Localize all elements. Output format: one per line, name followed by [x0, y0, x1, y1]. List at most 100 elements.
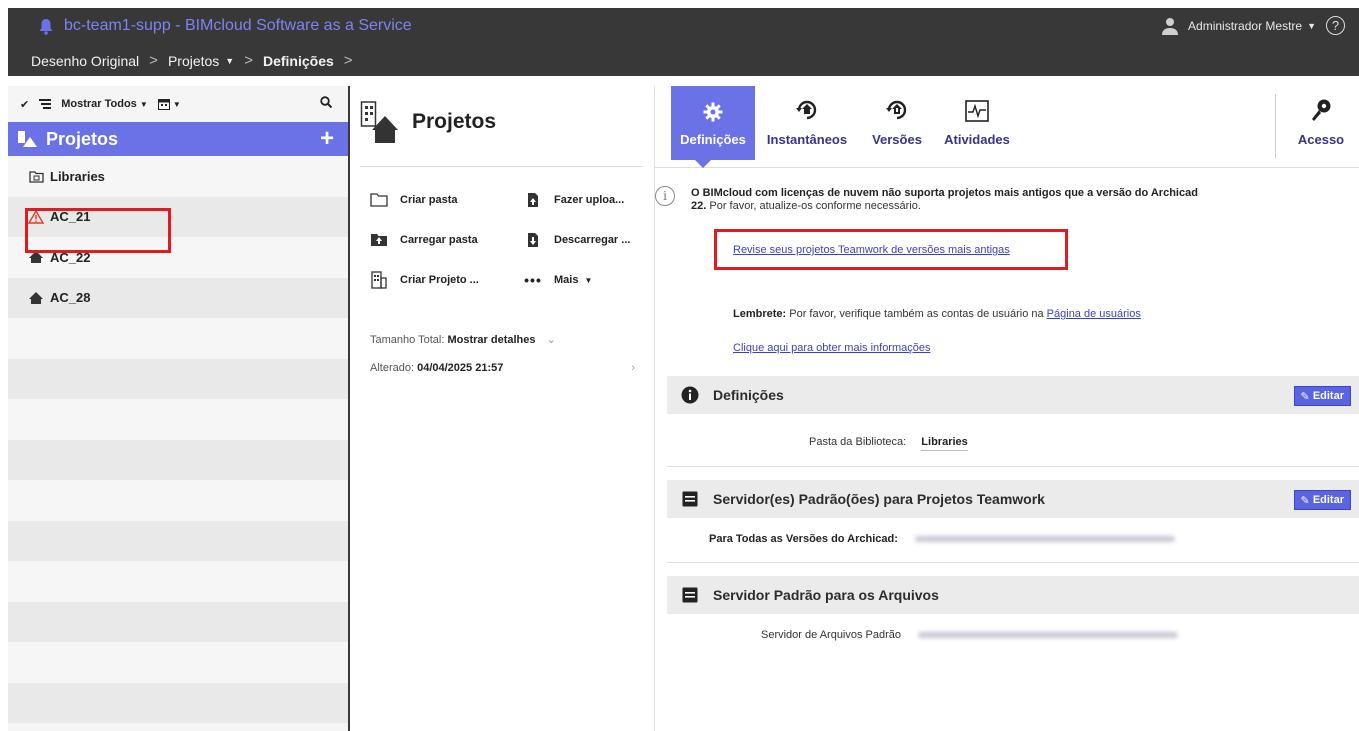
projects-header[interactable]: Projetos +	[8, 122, 348, 156]
chevron-right-icon: >	[343, 52, 353, 69]
folder-icon	[370, 192, 388, 208]
checkmark-icon[interactable]: ✔	[20, 98, 29, 111]
breadcrumb-item-original[interactable]: Desenho Original	[31, 53, 139, 69]
edit-label: Editar	[1312, 390, 1344, 402]
tab-activities[interactable]: Atividades	[937, 86, 1017, 160]
servers-title: Servidor(es) Padrão(ões) para Projetos T…	[713, 491, 1045, 507]
caret-down-icon: ▼	[584, 275, 593, 285]
upload-button[interactable]: Fazer uploa...	[524, 192, 624, 208]
upload-icon	[524, 192, 542, 208]
list-item-empty	[8, 601, 348, 642]
project-icon	[28, 291, 44, 305]
list-item-empty	[8, 439, 348, 480]
blurred-server-address	[914, 536, 1175, 543]
tab-label: Instantâneos	[766, 132, 848, 147]
total-size-row[interactable]: Tamanho Total: Mostrar detalhes ⌄	[370, 333, 556, 346]
list-icon[interactable]	[39, 99, 52, 109]
add-project-button[interactable]: +	[320, 125, 334, 153]
list-item-label: Libraries	[50, 168, 105, 184]
chevron-right-icon: >	[149, 52, 158, 69]
notice-main: O BIMcloud com licenças de nuvem não sup…	[691, 186, 1341, 200]
server-icon	[681, 586, 699, 604]
blurred-server-address	[918, 632, 1179, 639]
servers-section-header: Servidor(es) Padrão(ões) para Projetos T…	[667, 480, 1359, 518]
users-page-link[interactable]: Página de usuários	[1047, 308, 1141, 320]
edit-settings-button[interactable]: ✎ Editar	[1293, 386, 1351, 406]
info-filled-icon	[681, 386, 699, 404]
tab-versions[interactable]: Versões	[865, 86, 929, 160]
load-folder-button[interactable]: Carregar pasta	[370, 232, 478, 248]
filter-dropdown[interactable]: Mostrar Todos ▼	[61, 98, 148, 110]
list-item-empty	[8, 561, 348, 602]
filter-label: Mostrar Todos	[61, 98, 137, 110]
edit-label: Editar	[1312, 494, 1344, 506]
settings-title: Definições	[713, 387, 784, 403]
file-server-row: Servidor de Arquivos Padrão	[761, 629, 1179, 641]
create-folder-button[interactable]: Criar pasta	[370, 192, 457, 208]
notice-main-text: O BIMcloud com licenças de nuvem não sup…	[691, 187, 1198, 199]
library-folder-row: Pasta da Biblioteca: Libraries	[809, 436, 968, 451]
divider	[667, 466, 1359, 467]
help-icon[interactable]: ?	[1326, 16, 1345, 35]
versions-icon	[885, 86, 909, 122]
user-name: Administrador Mestre	[1188, 18, 1303, 33]
highlight-box-ac21	[25, 208, 171, 253]
list-item-empty	[8, 399, 348, 440]
user-icon	[1162, 17, 1179, 35]
list-item-empty	[8, 642, 348, 683]
details-panel: Definições Instantâneos Versões Atividad…	[654, 86, 1359, 731]
notice-version: 22.	[691, 200, 707, 212]
download-button[interactable]: Descarregar ...	[524, 232, 630, 248]
download-label: Descarregar ...	[554, 234, 631, 246]
tab-access[interactable]: Acesso	[1291, 86, 1351, 160]
notice-sub: 22. Por favor, atualize-os conforme nece…	[691, 200, 1341, 212]
highlight-box-review-link	[714, 229, 1068, 270]
more-dropdown[interactable]: ••• Mais ▼	[524, 272, 592, 288]
create-project-button[interactable]: Criar Projeto ...	[370, 271, 479, 289]
all-versions-row: Para Todas as Versões do Archicad:	[709, 533, 1175, 545]
search-icon[interactable]	[320, 96, 333, 111]
file-server-label: Servidor de Arquivos Padrão	[761, 629, 902, 641]
project-sidebar: ✔ Mostrar Todos ▼ ▼ Projetos + Libraries…	[8, 86, 348, 731]
total-size-label: Tamanho Total:	[370, 334, 445, 346]
active-tab-pointer	[695, 160, 711, 168]
reminder-text: Lembrete: Por favor, verifique também as…	[733, 308, 1141, 320]
list-item-empty	[8, 682, 348, 723]
more-info-link[interactable]: Clique aqui para obter mais informações	[733, 342, 931, 354]
calendar-icon[interactable]: ▼	[157, 98, 181, 110]
download-icon	[524, 232, 542, 248]
modified-label: Alterado:	[370, 362, 415, 374]
notice-sub-text: Por favor, atualize-os conforme necessár…	[709, 200, 921, 212]
caret-down-icon[interactable]: ▼	[225, 56, 234, 66]
breadcrumb-item-definitions[interactable]: Definições	[263, 53, 334, 69]
total-size-value: Mostrar detalhes	[447, 334, 536, 346]
tab-definitions[interactable]: Definições	[671, 86, 755, 160]
bell-icon[interactable]	[38, 17, 54, 35]
panel-header: Projetos	[360, 100, 496, 144]
divider	[667, 562, 1359, 563]
list-item-label: AC_28	[50, 290, 91, 306]
load-folder-label: Carregar pasta	[400, 234, 478, 246]
projects-building-icon	[360, 101, 398, 143]
edit-servers-button[interactable]: ✎ Editar	[1293, 490, 1351, 510]
more-label: Mais	[554, 274, 579, 286]
file-server-title: Servidor Padrão para os Arquivos	[713, 587, 939, 603]
tab-snapshots[interactable]: Instantâneos	[759, 86, 855, 160]
list-item-libraries[interactable]: Libraries	[8, 156, 348, 197]
panel-title: Projetos	[412, 110, 497, 133]
list-item-empty	[8, 318, 348, 359]
key-icon	[1310, 86, 1332, 122]
gear-icon	[703, 86, 723, 122]
user-menu[interactable]: Administrador Mestre ▼ ?	[1162, 16, 1345, 35]
upload-label: Fazer uploa...	[554, 194, 625, 206]
divider	[360, 166, 643, 167]
list-item-empty	[8, 358, 348, 399]
tab-separator	[1275, 94, 1276, 158]
chevron-down-icon: ⌄	[546, 334, 556, 346]
modified-row[interactable]: Alterado: 04/04/2025 21:57 ›	[370, 362, 635, 374]
create-project-label: Criar Projeto ...	[400, 274, 479, 286]
list-item-ac28[interactable]: AC_28	[8, 277, 348, 318]
breadcrumb-item-projects[interactable]: Projetos	[168, 53, 219, 69]
file-server-section-header: Servidor Padrão para os Arquivos	[667, 576, 1359, 614]
reminder-bold: Lembrete:	[733, 308, 787, 320]
